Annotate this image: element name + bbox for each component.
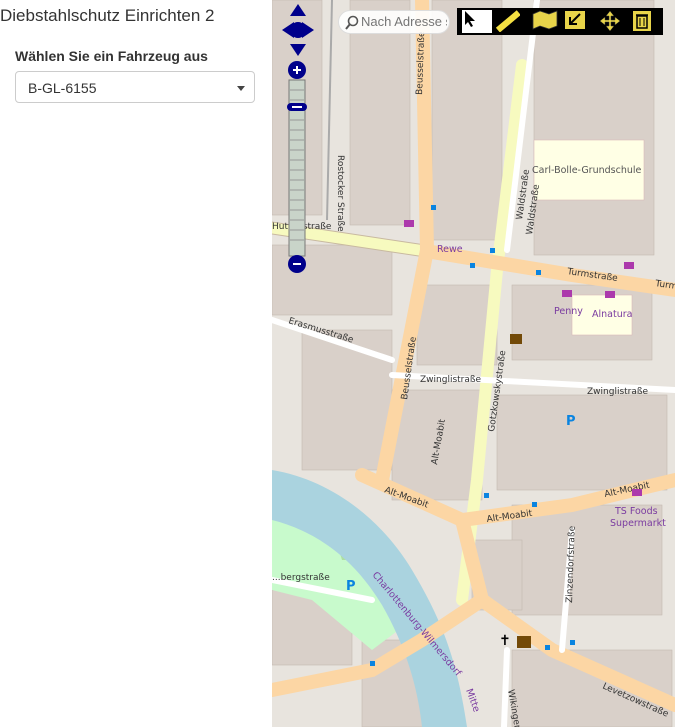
street-label: Zwinglistraße: [587, 387, 649, 397]
map-toolbar: [457, 8, 663, 35]
parking-icon: P: [566, 414, 576, 429]
pan-up-icon: [290, 4, 306, 16]
search-input[interactable]: [361, 14, 447, 29]
pan-down-icon: [290, 44, 306, 56]
select-arrow-icon[interactable]: [462, 10, 492, 33]
zoom-control[interactable]: [287, 60, 307, 274]
address-search[interactable]: [338, 10, 450, 34]
poi-label: Penny: [554, 306, 583, 317]
measure-ruler-icon[interactable]: [496, 10, 526, 33]
map-view[interactable]: Beusselstraße Rostocker Straße Huttenstr…: [272, 0, 675, 727]
poi-label: Rewe: [437, 244, 463, 255]
map-area-icon[interactable]: [532, 10, 562, 33]
poi-label: Supermarkt: [610, 518, 666, 529]
page-title: Diebstahlschutz Einrichten 2: [0, 6, 215, 25]
move-arrows-icon[interactable]: [598, 10, 628, 33]
poi-label: TS Foods: [614, 506, 658, 517]
poi-label: Alnatura: [592, 309, 632, 320]
chevron-down-icon: [237, 86, 245, 91]
parking-icon: P: [346, 579, 356, 594]
vehicle-select[interactable]: B-GL-6155: [15, 71, 255, 103]
svg-text:✝: ✝: [499, 633, 511, 649]
street-label: Rostocker Straße: [335, 155, 345, 232]
sidebar-panel: Diebstahlschutz Einrichten 2 Wählen Sie …: [0, 0, 272, 727]
delete-trash-icon[interactable]: [632, 10, 662, 33]
vehicle-select-label: Wählen Sie ein Fahrzeug aus: [15, 48, 208, 64]
draw-corner-icon[interactable]: [564, 10, 594, 33]
poi-label: Carl-Bolle-Grundschule: [532, 165, 642, 176]
street-label: ...bergstraße: [272, 573, 330, 583]
street-label: Zwinglistraße: [420, 375, 482, 385]
map-tiles: Beusselstraße Rostocker Straße Huttenstr…: [272, 0, 675, 727]
vehicle-select-value: B-GL-6155: [28, 80, 97, 96]
